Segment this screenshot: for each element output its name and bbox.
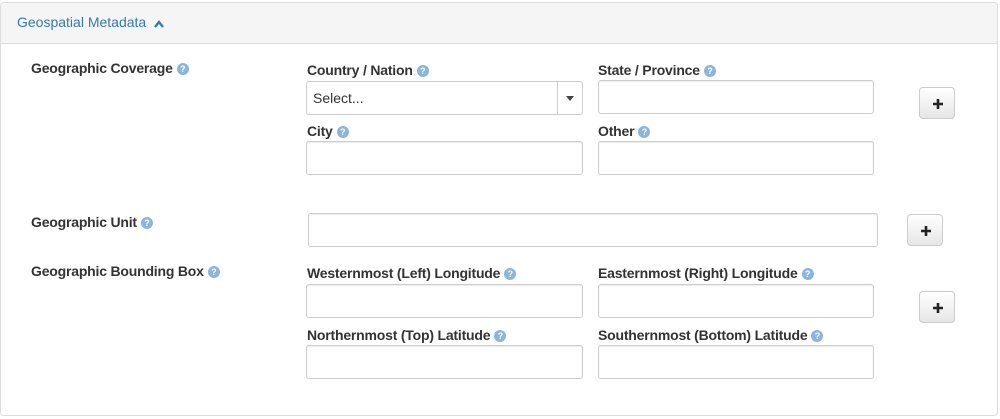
country-label-text: Country / Nation xyxy=(307,62,413,78)
country-select[interactable]: Select... xyxy=(306,81,583,115)
select-arrow[interactable] xyxy=(557,82,582,114)
geographic-coverage-text: Geographic Coverage xyxy=(31,60,173,76)
caret-down-icon xyxy=(566,96,574,101)
state-label-text: State / Province xyxy=(598,62,700,78)
help-icon[interactable]: ? xyxy=(176,63,189,75)
state-label: State / Province? xyxy=(598,62,716,78)
add-unit-button[interactable] xyxy=(907,214,943,246)
bounding-box-label: Geographic Bounding Box? xyxy=(31,263,220,279)
city-label-text: City xyxy=(307,123,333,139)
help-icon[interactable]: ? xyxy=(207,266,220,278)
help-icon[interactable]: ? xyxy=(638,126,651,138)
geographic-unit-input[interactable] xyxy=(308,213,878,247)
south-latitude-text: Southernmost (Bottom) Latitude xyxy=(598,327,808,343)
city-label: City? xyxy=(307,123,349,139)
plus-icon xyxy=(933,99,943,109)
state-input[interactable] xyxy=(598,80,874,114)
north-latitude-text: Northernmost (Top) Latitude xyxy=(307,327,491,343)
add-coverage-button[interactable] xyxy=(919,87,955,119)
help-icon[interactable]: ? xyxy=(801,268,814,280)
section-toggle[interactable]: Geospatial Metadata xyxy=(17,14,165,31)
east-longitude-text: Easternmost (Right) Longitude xyxy=(598,265,798,281)
help-icon[interactable]: ? xyxy=(336,126,349,138)
west-longitude-label: Westernmost (Left) Longitude? xyxy=(307,265,517,281)
west-longitude-input[interactable] xyxy=(306,284,583,318)
other-label: Other? xyxy=(598,123,651,139)
geographic-coverage-label: Geographic Coverage? xyxy=(31,60,189,76)
add-bounding-box-button[interactable] xyxy=(919,291,955,323)
north-latitude-label: Northernmost (Top) Latitude? xyxy=(307,327,507,343)
country-select-value: Select... xyxy=(313,90,364,106)
other-label-text: Other xyxy=(598,123,635,139)
help-icon[interactable]: ? xyxy=(811,330,824,342)
geographic-unit-text: Geographic Unit xyxy=(31,214,137,230)
help-icon[interactable]: ? xyxy=(703,65,716,77)
east-longitude-label: Easternmost (Right) Longitude? xyxy=(598,265,814,281)
help-icon[interactable]: ? xyxy=(140,217,153,229)
other-input[interactable] xyxy=(598,141,874,175)
north-latitude-input[interactable] xyxy=(306,345,583,379)
geographic-unit-label: Geographic Unit? xyxy=(31,214,153,230)
help-icon[interactable]: ? xyxy=(416,65,429,77)
south-latitude-input[interactable] xyxy=(598,345,874,379)
west-longitude-text: Westernmost (Left) Longitude xyxy=(307,265,501,281)
chevron-up-icon xyxy=(154,15,165,31)
panel-header: Geospatial Metadata xyxy=(1,3,997,44)
help-icon[interactable]: ? xyxy=(504,268,517,280)
east-longitude-input[interactable] xyxy=(598,284,874,318)
country-label: Country / Nation? xyxy=(307,62,429,78)
section-title: Geospatial Metadata xyxy=(17,14,147,30)
plus-icon xyxy=(933,303,943,313)
plus-icon xyxy=(921,226,931,236)
help-icon[interactable]: ? xyxy=(494,330,507,342)
south-latitude-label: Southernmost (Bottom) Latitude? xyxy=(598,327,824,343)
bounding-box-text: Geographic Bounding Box xyxy=(31,263,204,279)
city-input[interactable] xyxy=(306,141,583,175)
